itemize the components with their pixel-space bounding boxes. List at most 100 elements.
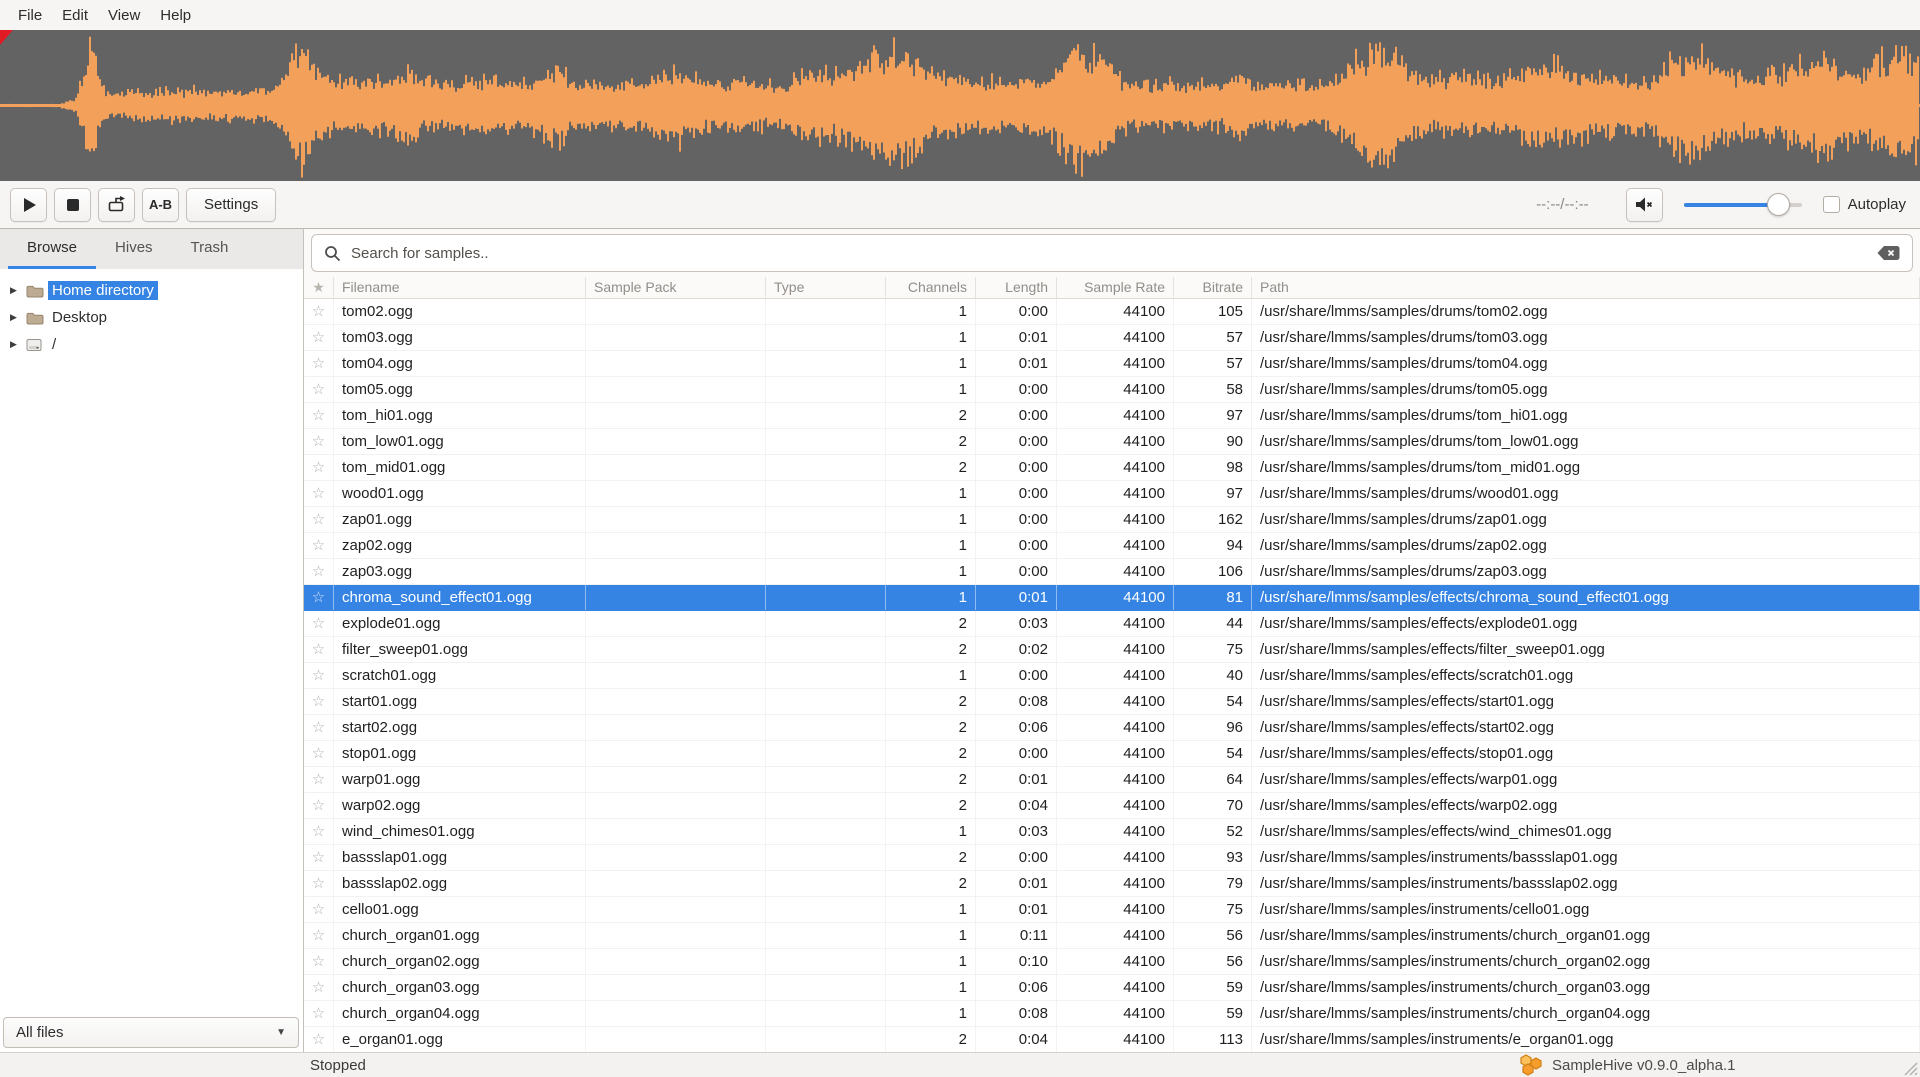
favorite-star-icon[interactable]: ☆ (304, 429, 334, 454)
column-header-bitrate[interactable]: Bitrate (1174, 277, 1252, 298)
favorite-star-icon[interactable]: ☆ (304, 585, 334, 610)
autoplay-checkbox[interactable] (1823, 196, 1840, 213)
column-header-sample_pack[interactable]: Sample Pack (586, 277, 766, 298)
table-row[interactable]: ☆filter_sweep01.ogg20:024410075/usr/shar… (304, 637, 1920, 663)
table-row[interactable]: ☆e_organ01.ogg20:0444100113/usr/share/lm… (304, 1027, 1920, 1052)
tab-trash[interactable]: Trash (172, 229, 248, 269)
tab-browse[interactable]: Browse (8, 229, 96, 269)
favorite-star-icon[interactable]: ☆ (304, 767, 334, 792)
expander-icon[interactable]: ▶ (10, 312, 26, 323)
clear-search-icon[interactable] (1877, 245, 1900, 261)
table-row[interactable]: ☆tom04.ogg10:014410057/usr/share/lmms/sa… (304, 351, 1920, 377)
favorite-star-icon[interactable]: ☆ (304, 975, 334, 1000)
table-row[interactable]: ☆wind_chimes01.ogg10:034410052/usr/share… (304, 819, 1920, 845)
menu-file[interactable]: File (8, 4, 52, 27)
table-row[interactable]: ☆scratch01.ogg10:004410040/usr/share/lmm… (304, 663, 1920, 689)
table-row[interactable]: ☆church_organ04.ogg10:084410059/usr/shar… (304, 1001, 1920, 1027)
favorite-star-icon[interactable]: ☆ (304, 793, 334, 818)
menu-edit[interactable]: Edit (52, 4, 98, 27)
favorite-star-icon[interactable]: ☆ (304, 533, 334, 558)
search-box[interactable] (311, 234, 1913, 272)
favorite-star-icon[interactable]: ☆ (304, 481, 334, 506)
column-header-filename[interactable]: Filename (334, 277, 586, 298)
table-row[interactable]: ☆wood01.ogg10:004410097/usr/share/lmms/s… (304, 481, 1920, 507)
loop-button[interactable] (98, 188, 135, 222)
playhead-marker-icon[interactable] (0, 30, 16, 46)
favorite-star-icon[interactable]: ☆ (304, 351, 334, 376)
favorite-star-icon[interactable]: ☆ (304, 637, 334, 662)
table-row[interactable]: ☆zap02.ogg10:004410094/usr/share/lmms/sa… (304, 533, 1920, 559)
favorite-star-icon[interactable]: ☆ (304, 377, 334, 402)
favorite-star-icon[interactable]: ☆ (304, 715, 334, 740)
favorite-star-icon[interactable]: ☆ (304, 819, 334, 844)
table-row[interactable]: ☆church_organ03.ogg10:064410059/usr/shar… (304, 975, 1920, 1001)
column-header-sample_rate[interactable]: Sample Rate (1057, 277, 1174, 298)
settings-button[interactable]: Settings (186, 188, 276, 222)
favorite-star-icon[interactable]: ☆ (304, 325, 334, 350)
table-row[interactable]: ☆start02.ogg20:064410096/usr/share/lmms/… (304, 715, 1920, 741)
table-row[interactable]: ☆tom02.ogg10:0044100105/usr/share/lmms/s… (304, 299, 1920, 325)
column-header-path[interactable]: Path (1252, 277, 1920, 298)
favorite-star-icon[interactable]: ☆ (304, 455, 334, 480)
column-header-favorite[interactable]: ★ (304, 277, 334, 298)
tree-item-root[interactable]: ▶ / (0, 331, 303, 358)
volume-slider[interactable] (1684, 203, 1802, 207)
favorite-star-icon[interactable]: ☆ (304, 403, 334, 428)
table-row[interactable]: ☆warp01.ogg20:014410064/usr/share/lmms/s… (304, 767, 1920, 793)
search-input[interactable] (351, 245, 1877, 262)
resize-grip[interactable] (1901, 1059, 1918, 1076)
stop-button[interactable] (54, 188, 91, 222)
waveform-panel[interactable] (0, 30, 1920, 181)
favorite-star-icon[interactable]: ☆ (304, 897, 334, 922)
tab-hives[interactable]: Hives (96, 229, 172, 269)
table-row[interactable]: ☆tom05.ogg10:004410058/usr/share/lmms/sa… (304, 377, 1920, 403)
table-row[interactable]: ☆zap01.ogg10:0044100162/usr/share/lmms/s… (304, 507, 1920, 533)
table-row[interactable]: ☆church_organ02.ogg10:104410056/usr/shar… (304, 949, 1920, 975)
table-row[interactable]: ☆tom_hi01.ogg20:004410097/usr/share/lmms… (304, 403, 1920, 429)
table-row[interactable]: ☆chroma_sound_effect01.ogg10:014410081/u… (304, 585, 1920, 611)
favorite-star-icon[interactable]: ☆ (304, 923, 334, 948)
table-row[interactable]: ☆tom_mid01.ogg20:004410098/usr/share/lmm… (304, 455, 1920, 481)
table-row[interactable]: ☆bassslap01.ogg20:004410093/usr/share/lm… (304, 845, 1920, 871)
menu-help[interactable]: Help (150, 4, 201, 27)
cell-filename: start01.ogg (334, 689, 586, 714)
favorite-star-icon[interactable]: ☆ (304, 559, 334, 584)
favorite-star-icon[interactable]: ☆ (304, 949, 334, 974)
favorite-star-icon[interactable]: ☆ (304, 741, 334, 766)
table-row[interactable]: ☆explode01.ogg20:034410044/usr/share/lmm… (304, 611, 1920, 637)
mute-button[interactable] (1626, 188, 1663, 222)
favorite-star-icon[interactable]: ☆ (304, 299, 334, 324)
table-row[interactable]: ☆zap03.ogg10:0044100106/usr/share/lmms/s… (304, 559, 1920, 585)
table-row[interactable]: ☆warp02.ogg20:044410070/usr/share/lmms/s… (304, 793, 1920, 819)
expander-icon[interactable]: ▶ (10, 339, 26, 350)
table-row[interactable]: ☆tom_low01.ogg20:004410090/usr/share/lmm… (304, 429, 1920, 455)
file-filter-dropdown[interactable]: All files ▼ (3, 1017, 299, 1048)
volume-slider-thumb[interactable] (1767, 193, 1790, 216)
cell-bitrate: 59 (1174, 1001, 1252, 1026)
expander-icon[interactable]: ▶ (10, 285, 26, 296)
sample-table-body: ☆tom02.ogg10:0044100105/usr/share/lmms/s… (304, 299, 1920, 1052)
menu-view[interactable]: View (98, 4, 150, 27)
table-row[interactable]: ☆tom03.ogg10:014410057/usr/share/lmms/sa… (304, 325, 1920, 351)
ab-loop-button[interactable]: A-B (142, 188, 179, 222)
favorite-star-icon[interactable]: ☆ (304, 1001, 334, 1026)
column-header-channels[interactable]: Channels (886, 277, 976, 298)
favorite-star-icon[interactable]: ☆ (304, 611, 334, 636)
favorite-star-icon[interactable]: ☆ (304, 663, 334, 688)
favorite-star-icon[interactable]: ☆ (304, 871, 334, 896)
favorite-star-icon[interactable]: ☆ (304, 507, 334, 532)
favorite-star-icon[interactable]: ☆ (304, 845, 334, 870)
table-row[interactable]: ☆start01.ogg20:084410054/usr/share/lmms/… (304, 689, 1920, 715)
favorite-star-icon[interactable]: ☆ (304, 689, 334, 714)
search-icon (324, 245, 341, 262)
table-row[interactable]: ☆bassslap02.ogg20:014410079/usr/share/lm… (304, 871, 1920, 897)
table-row[interactable]: ☆stop01.ogg20:004410054/usr/share/lmms/s… (304, 741, 1920, 767)
table-row[interactable]: ☆church_organ01.ogg10:114410056/usr/shar… (304, 923, 1920, 949)
tree-item-desktop[interactable]: ▶ Desktop (0, 304, 303, 331)
table-row[interactable]: ☆cello01.ogg10:014410075/usr/share/lmms/… (304, 897, 1920, 923)
play-button[interactable] (10, 188, 47, 222)
favorite-star-icon[interactable]: ☆ (304, 1027, 334, 1052)
tree-item-home-directory[interactable]: ▶ Home directory (0, 277, 303, 304)
column-header-length[interactable]: Length (976, 277, 1057, 298)
column-header-type[interactable]: Type (766, 277, 886, 298)
